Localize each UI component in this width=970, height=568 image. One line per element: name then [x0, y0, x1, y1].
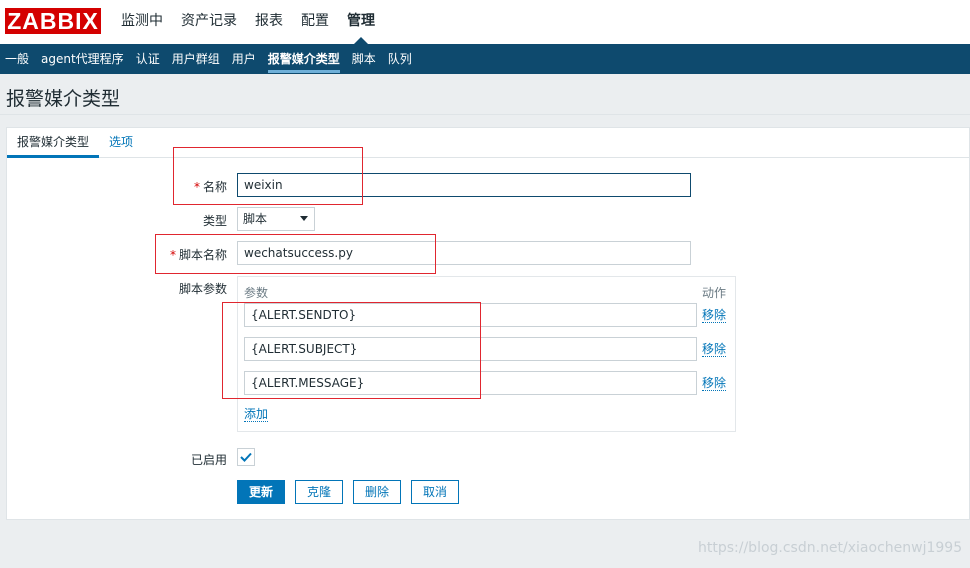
subnav-users[interactable]: 用户 — [226, 44, 262, 74]
nav-monitoring[interactable]: 监测中 — [112, 0, 172, 44]
required-asterisk: * — [169, 248, 176, 262]
media-type-form-card: 报警媒介类型 选项 * 名称 weixin 类型 脚本 * 脚本名称 wechats… — [6, 127, 970, 520]
checkmark-icon — [240, 452, 252, 462]
type-select-value: 脚本 — [243, 212, 268, 226]
param-input-2[interactable]: {ALERT.SUBJECT} — [244, 337, 697, 361]
form-tabs: 报警媒介类型 选项 — [7, 128, 970, 158]
subnav-authentication[interactable]: 认证 — [130, 44, 166, 74]
type-select[interactable]: 脚本 — [237, 207, 315, 231]
name-input[interactable]: weixin — [237, 173, 691, 197]
nav-inventory[interactable]: 资产记录 — [172, 0, 246, 44]
sub-nav: 一般 agent代理程序 认证 用户群组 用户 报警媒介类型 脚本 队列 — [0, 44, 970, 74]
param-input-1[interactable]: {ALERT.SENDTO} — [244, 303, 697, 327]
chevron-down-icon — [300, 216, 308, 221]
script-name-label: * 脚本名称 — [7, 246, 227, 263]
param-input-3[interactable]: {ALERT.MESSAGE} — [244, 371, 697, 395]
watermark-text: https://blog.csdn.net/xiaochenwj1995 — [698, 540, 963, 556]
name-label-text: 名称 — [202, 180, 227, 194]
nav-administration[interactable]: 管理 — [338, 0, 384, 44]
subnav-general[interactable]: 一般 — [0, 44, 35, 74]
delete-button[interactable]: 删除 — [353, 480, 401, 504]
subnav-media-types[interactable]: 报警媒介类型 — [262, 44, 346, 74]
enabled-checkbox[interactable] — [237, 448, 255, 466]
script-name-input[interactable]: wechatsuccess.py — [237, 241, 691, 265]
type-label: 类型 — [202, 214, 227, 228]
cancel-button[interactable]: 取消 — [411, 480, 459, 504]
name-label: * 名称 — [7, 178, 227, 195]
subnav-user-groups[interactable]: 用户群组 — [166, 44, 226, 74]
tab-media-type[interactable]: 报警媒介类型 — [7, 128, 99, 158]
remove-param-1-link[interactable]: 移除 — [702, 308, 727, 323]
script-params-label: 脚本参数 — [178, 282, 227, 296]
top-bar: ZABBIX 监测中 资产记录 报表 配置 管理 — [0, 0, 970, 44]
subnav-scripts[interactable]: 脚本 — [346, 44, 382, 74]
subnav-queue[interactable]: 队列 — [382, 44, 418, 74]
nav-configuration[interactable]: 配置 — [292, 0, 338, 44]
page-title: 报警媒介类型 — [6, 88, 121, 110]
update-button[interactable]: 更新 — [237, 480, 285, 504]
nav-reports[interactable]: 报表 — [246, 0, 292, 44]
params-header: 参数 — [244, 286, 269, 300]
required-asterisk: * — [193, 180, 200, 194]
enabled-label: 已启用 — [190, 453, 227, 467]
add-param-link[interactable]: 添加 — [244, 407, 269, 422]
action-header: 动作 — [702, 286, 727, 300]
script-name-label-text: 脚本名称 — [178, 248, 227, 262]
subnav-proxies[interactable]: agent代理程序 — [35, 44, 130, 74]
main-nav: 监测中 资产记录 报表 配置 管理 — [112, 0, 384, 44]
remove-param-3-link[interactable]: 移除 — [702, 376, 727, 391]
title-divider — [0, 114, 970, 115]
script-params-table: 参数 动作 {ALERT.SENDTO} 移除 {ALERT.SUBJECT} … — [237, 276, 736, 432]
clone-button[interactable]: 克隆 — [295, 480, 343, 504]
tab-options[interactable]: 选项 — [109, 128, 133, 158]
remove-param-2-link[interactable]: 移除 — [702, 342, 727, 357]
zabbix-logo[interactable]: ZABBIX — [5, 8, 101, 34]
